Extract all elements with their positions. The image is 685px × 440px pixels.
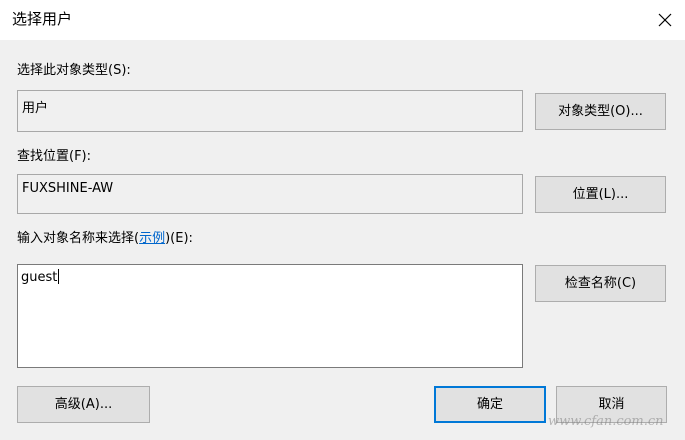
dialog-title: 选择用户 <box>12 10 73 28</box>
check-names-button[interactable]: 检查名称(C) <box>535 265 666 302</box>
watermark: www.cfan.com.cn <box>548 414 664 429</box>
locations-button[interactable]: 位置(L)... <box>535 176 666 213</box>
text-caret <box>58 269 60 284</box>
object-type-field: 用户 <box>17 90 523 132</box>
select-users-dialog: 选择用户 选择此对象类型(S): 用户 对象类型(O)... 查找位置(F): … <box>0 0 685 440</box>
title-bar: 选择用户 <box>0 0 685 40</box>
examples-link[interactable]: 示例 <box>139 231 165 246</box>
object-names-value: guest <box>21 270 58 285</box>
object-names-label-suffix: )(E): <box>165 231 193 246</box>
location-label: 查找位置(F): <box>17 149 92 164</box>
object-types-button[interactable]: 对象类型(O)... <box>535 93 666 130</box>
object-type-label: 选择此对象类型(S): <box>17 63 131 78</box>
location-field: FUXSHINE-AW <box>17 174 523 214</box>
object-names-label: 输入对象名称来选择(示例)(E): <box>17 230 193 248</box>
object-names-input[interactable]: guest <box>17 264 523 368</box>
close-icon <box>658 13 672 27</box>
close-button[interactable] <box>646 0 685 40</box>
advanced-button[interactable]: 高级(A)... <box>17 386 150 423</box>
ok-button[interactable]: 确定 <box>434 386 546 423</box>
object-names-label-prefix: 输入对象名称来选择( <box>17 231 140 246</box>
